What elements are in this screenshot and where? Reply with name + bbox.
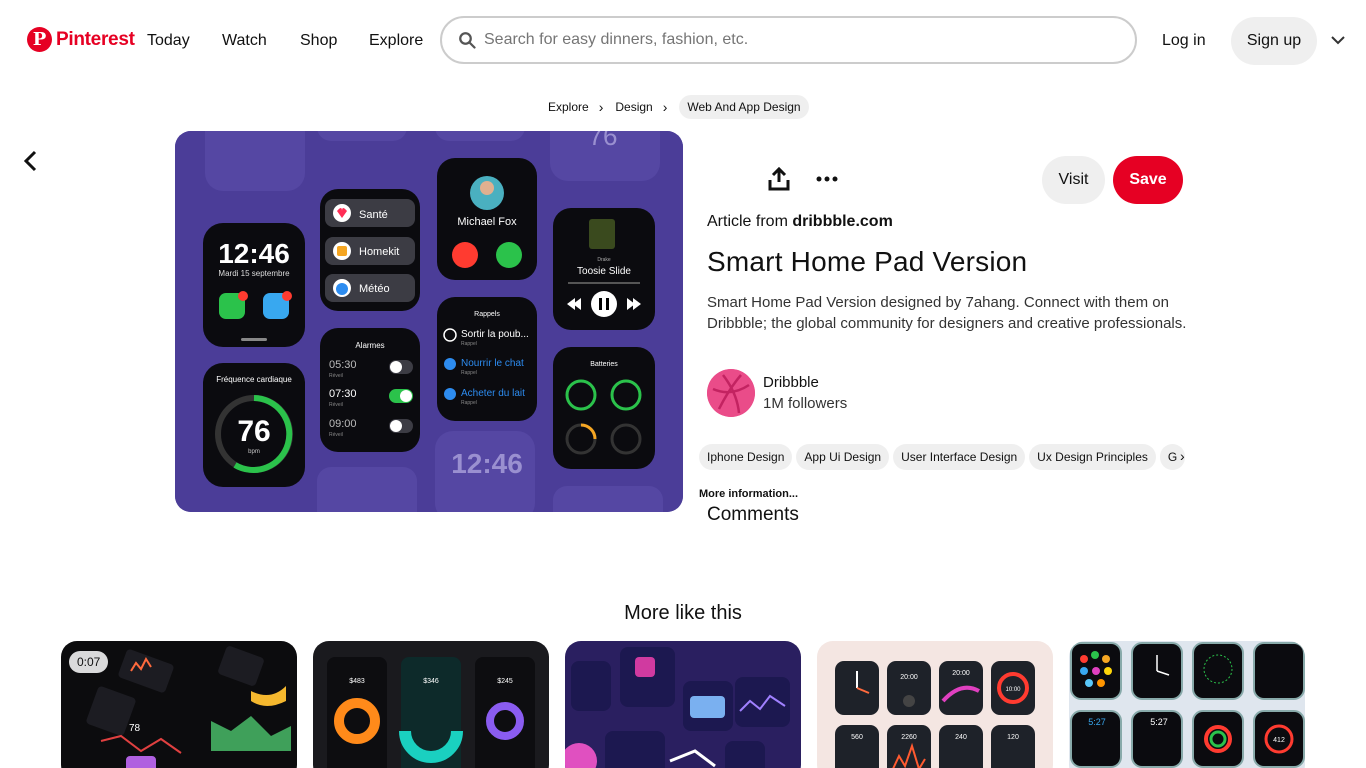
more-like-this-heading: More like this [624,602,742,624]
article-from-label: Article from [707,213,793,230]
bg-time-text: 12:46 [451,448,523,479]
app-meteo: Météo [359,283,390,295]
nav-watch[interactable]: Watch [222,32,267,50]
pin-description: Smart Home Pad Version designed by 7ahan… [707,294,1187,332]
rappel-sub: Rappel [461,341,477,347]
tag-list: Iphone Design App Ui Design User Interfa… [699,444,1195,470]
article-source: Article from dribbble.com [707,213,893,231]
app-sante: Santé [359,209,388,221]
search-input[interactable] [484,31,1084,49]
logo-text: Pinterest [56,28,135,50]
more-options-icon[interactable] [815,167,839,191]
related-pin-4[interactable]: 20:00 20:00 10:00 560 2260 240 120 [817,641,1053,768]
nav-today[interactable]: Today [147,32,190,50]
comments-heading[interactable]: Comments [707,504,799,526]
rappel-3: Acheter du lait [461,388,525,399]
batteries-title: Batteries [590,361,618,368]
app-homekit: Homekit [359,246,399,258]
visit-button[interactable]: Visit [1042,156,1105,204]
alarm-sub: Réveil [329,373,343,379]
alarm-2: 07:30 [329,388,357,400]
svg-text:10:00: 10:00 [1005,687,1021,693]
svg-text:240: 240 [955,734,967,741]
chevron-down-icon[interactable] [1330,32,1346,48]
heart-value: 76 [237,415,270,448]
video-duration-badge: 0:07 [69,651,109,673]
pinterest-logo-icon: P [27,27,52,52]
alarms-title: Alarmes [355,341,384,350]
nav-explore[interactable]: Explore [369,32,423,50]
svg-text:20:00: 20:00 [900,674,918,681]
svg-text:412: 412 [1273,737,1285,744]
rappel-sub: Rappel [461,400,477,406]
breadcrumb-explore[interactable]: Explore [548,100,589,114]
breadcrumb-chevron-icon: › [598,99,604,115]
svg-text:560: 560 [851,734,863,741]
breadcrumb: Explore › Design › Web And App Design [548,95,809,119]
related-pin-5[interactable]: 5:27 5:27 412 [1069,641,1305,768]
pin-title: Smart Home Pad Version [707,246,1028,277]
svg-text:5:27: 5:27 [1150,717,1168,727]
breadcrumb-web-app-design[interactable]: Web And App Design [679,95,809,119]
svg-text:$346: $346 [423,678,439,685]
svg-text:2260: 2260 [901,734,917,741]
tag-app-ui-design[interactable]: App Ui Design [796,444,890,470]
creator-followers: 1M followers [763,395,848,412]
svg-text:5:27: 5:27 [1088,717,1106,727]
nav-shop[interactable]: Shop [300,32,337,50]
article-domain-link[interactable]: dribbble.com [792,213,892,230]
share-icon[interactable] [768,167,790,191]
heart-unit: bpm [248,449,260,455]
save-button[interactable]: Save [1113,156,1183,204]
alarm-sub: Réveil [329,432,343,438]
pin-image[interactable]: 76 12:46 12:46 Mardi 15 septembre Fréque… [175,131,683,512]
login-button[interactable]: Log in [1162,32,1206,50]
creator-name[interactable]: Dribbble [763,374,819,391]
chevron-right-icon[interactable]: › [1180,448,1185,464]
breadcrumb-chevron-icon: › [662,99,668,115]
svg-text:78: 78 [129,723,141,734]
creator-avatar[interactable] [707,369,755,417]
svg-text:$245: $245 [497,678,513,685]
rappels-title: Rappels [474,311,500,318]
search-icon [459,32,476,49]
related-pin-2[interactable]: $483 $346 $245 [313,641,549,768]
svg-text:120: 120 [1007,734,1019,741]
pinterest-logo[interactable]: P Pinterest [27,27,135,52]
alarm-3: 09:00 [329,418,357,430]
back-arrow-icon[interactable] [22,150,40,172]
related-pin-1[interactable]: 78 0:07 [61,641,297,768]
alarm-1: 05:30 [329,359,357,371]
signup-button[interactable]: Sign up [1231,17,1317,65]
bg-76-text: 76 [589,131,618,151]
alarm-sub: Réveil [329,402,343,408]
watch-time: 12:46 [218,238,290,269]
rappel-1: Sortir la poub... [461,329,529,340]
more-information-link[interactable]: More information... [699,488,798,500]
tag-user-interface-design[interactable]: User Interface Design [893,444,1026,470]
watch-date: Mardi 15 septembre [218,269,290,278]
search-bar[interactable] [440,16,1137,64]
caller-name: Michael Fox [457,216,517,228]
breadcrumb-design[interactable]: Design [615,100,652,114]
heart-title: Fréquence cardiaque [216,375,292,384]
header: P Pinterest Today Watch Shop Explore Log… [0,0,1366,82]
svg-text:20:00: 20:00 [952,670,970,677]
song: Toosie Slide [577,266,631,277]
rappel-sub: Rappel [461,370,477,376]
rappel-2: Nourrir le chat [461,358,524,369]
related-pin-3[interactable] [565,641,801,768]
artist: Drake [597,257,611,263]
tag-iphone-design[interactable]: Iphone Design [699,444,793,470]
svg-text:$483: $483 [349,678,365,685]
tag-ux-design-principles[interactable]: Ux Design Principles [1029,444,1156,470]
